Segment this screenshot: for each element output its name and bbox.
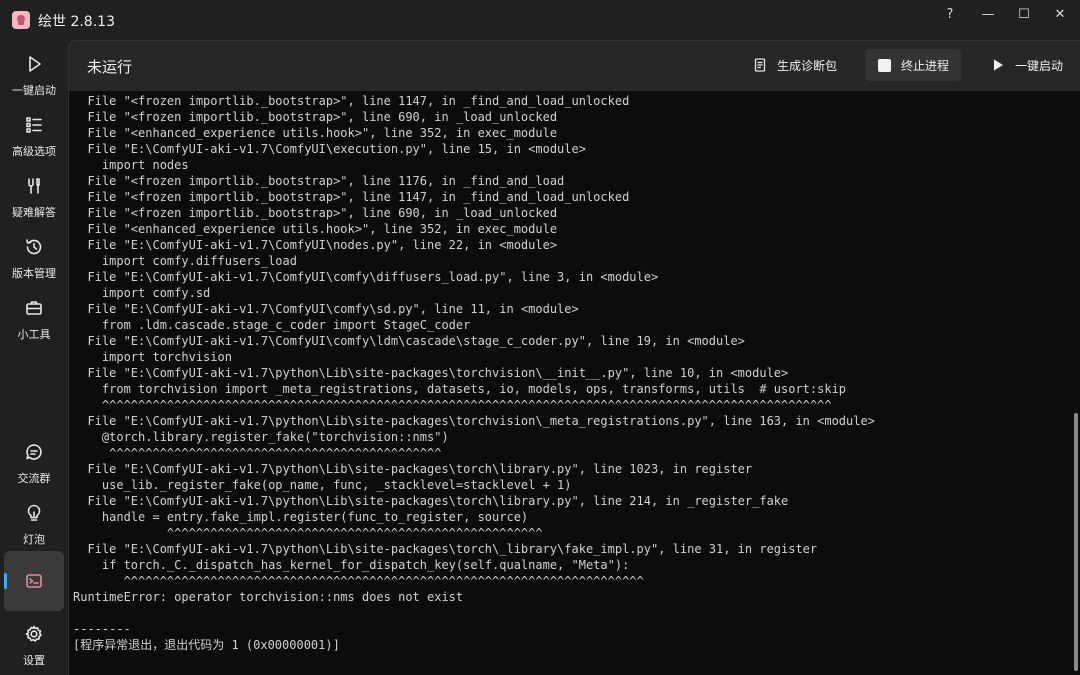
sidebar-item-label: 灯泡 (23, 533, 45, 546)
console-line: import torchvision (73, 350, 232, 364)
console-line: File "E:\ComfyUI-aki-v1.7\ComfyUI\nodes.… (73, 238, 558, 252)
app-title: 绘世 2.8.13 (38, 14, 115, 30)
run-status: 未运行 (87, 58, 133, 76)
gear-icon (24, 624, 44, 644)
history-icon (24, 237, 44, 257)
console-line: File "<frozen importlib._bootstrap>", li… (73, 174, 565, 188)
toolbox-icon (24, 298, 44, 318)
console-line: from .ldm.cascade.stage_c_coder import S… (73, 318, 471, 332)
play-icon (991, 58, 1005, 72)
console-line: File "<frozen importlib._bootstrap>", li… (73, 206, 558, 220)
console-scrollbar[interactable] (1074, 413, 1078, 671)
console-line: import nodes (73, 158, 189, 172)
sidebar-item-label: 疑难解答 (12, 206, 56, 219)
console-line: ^^^^^^^^^^^^^^^^^^^^^^^^^^^^^^^^^^^^^^^^… (73, 398, 832, 412)
title-bar: 绘世 2.8.13 ? — ☐ ✕ (0, 0, 1080, 40)
sidebar-item-label: 高级选项 (12, 145, 56, 158)
console-icon (24, 571, 44, 591)
generate-diagnostic-button[interactable]: 生成诊断包 (741, 49, 849, 81)
console-line: File "<enhanced_experience utils.hook>",… (73, 222, 558, 236)
sidebar-item-bulb[interactable]: 灯泡 (4, 497, 64, 553)
console-line: File "E:\ComfyUI-aki-v1.7\python\Lib\sit… (73, 494, 789, 508)
console-line: -------- (73, 622, 131, 636)
console-line: RuntimeError: operator torchvision::nms … (73, 590, 464, 604)
main-panel: 未运行 生成诊断包 终止进程 一键启动 File "<frozen import… (68, 40, 1080, 675)
sidebar-item-label: 一键启动 (12, 84, 56, 97)
console-line: File "E:\ComfyUI-aki-v1.7\python\Lib\sit… (73, 462, 753, 476)
tools-icon (24, 176, 44, 196)
console-line: from torchvision import _meta_registrati… (73, 382, 847, 396)
console-output[interactable]: File "<frozen importlib._bootstrap>", li… (69, 91, 1080, 675)
sidebar-item-troubleshoot[interactable]: 疑难解答 (4, 170, 64, 226)
console-header: 未运行 生成诊断包 终止进程 一键启动 (69, 41, 1080, 91)
lightbulb-icon (24, 503, 44, 523)
active-indicator (4, 573, 7, 589)
maximize-button[interactable]: ☐ (1006, 0, 1042, 28)
sidebar-item-label: 小工具 (17, 328, 51, 341)
console-line: File "E:\ComfyUI-aki-v1.7\python\Lib\sit… (73, 366, 789, 380)
console-line: if torch._C._dispatch_has_kernel_for_dis… (73, 558, 630, 572)
generate-diagnostic-label: 生成诊断包 (777, 58, 838, 73)
sidebar-item-launch[interactable]: 一键启动 (4, 48, 64, 104)
chat-icon (24, 442, 44, 462)
one-click-launch-label: 一键启动 (1015, 58, 1064, 73)
console-line: File "<frozen importlib._bootstrap>", li… (73, 110, 558, 124)
sidebar-item-settings[interactable]: 设置 (4, 618, 64, 674)
sidebar-item-community[interactable]: 交流群 (4, 436, 64, 492)
minimize-button[interactable]: — (970, 0, 1006, 28)
console-line: File "<enhanced_experience utils.hook>",… (73, 126, 558, 140)
console-lines: File "<frozen importlib._bootstrap>", li… (73, 93, 875, 653)
sidebar: 一键启动 高级选项 疑难解答 版本管理 小工具 交流群 灯泡 设置 (0, 40, 68, 675)
console-line: File "<frozen importlib._bootstrap>", li… (73, 94, 630, 108)
list-icon (24, 115, 44, 135)
console-line: ^^^^^^^^^^^^^^^^^^^^^^^^^^^^^^^^^^^^^^^^… (73, 574, 644, 588)
sidebar-item-tools[interactable]: 小工具 (4, 292, 64, 348)
one-click-launch-button[interactable]: 一键启动 (979, 49, 1075, 81)
sidebar-item-label: 版本管理 (12, 267, 56, 280)
play-icon (24, 54, 44, 74)
help-button[interactable]: ? (932, 0, 968, 28)
console-line: File "E:\ComfyUI-aki-v1.7\ComfyUI\comfy\… (73, 334, 745, 348)
stop-process-button[interactable]: 终止进程 (865, 49, 962, 81)
console-line: import comfy.sd (73, 286, 211, 300)
sidebar-item-version[interactable]: 版本管理 (4, 231, 64, 287)
sidebar-item-label: 交流群 (17, 472, 51, 485)
console-line: use_lib._register_fake(op_name, func, _s… (73, 478, 572, 492)
console-line: ^^^^^^^^^^^^^^^^^^^^^^^^^^^^^^^^^^^^^^^^… (73, 446, 442, 460)
sidebar-item-console[interactable] (4, 551, 64, 611)
app-logo-icon (12, 11, 30, 29)
console-line: File "E:\ComfyUI-aki-v1.7\ComfyUI\comfy\… (73, 302, 579, 316)
console-line: File "E:\ComfyUI-aki-v1.7\python\Lib\sit… (73, 414, 875, 428)
stop-process-label: 终止进程 (901, 58, 950, 73)
console-line: @torch.library.register_fake("torchvisio… (73, 430, 449, 444)
console-line: [程序异常退出，退出代码为 1 (0x00000001)] (73, 638, 340, 652)
console-line: handle = entry.fake_impl.register(func_t… (73, 510, 529, 524)
sidebar-item-label: 设置 (23, 654, 45, 667)
close-button[interactable]: ✕ (1042, 0, 1078, 28)
console-line: File "E:\ComfyUI-aki-v1.7\python\Lib\sit… (73, 542, 818, 556)
console-line: File "E:\ComfyUI-aki-v1.7\ComfyUI\comfy\… (73, 270, 659, 284)
console-line: ^^^^^^^^^^^^^^^^^^^^^^^^^^^^^^^^^^^^^^^^… (73, 526, 543, 540)
stop-checkbox-icon (877, 58, 891, 72)
console-line: File "E:\ComfyUI-aki-v1.7\ComfyUI\execut… (73, 142, 586, 156)
sidebar-item-advanced[interactable]: 高级选项 (4, 109, 64, 165)
console-line: File "<frozen importlib._bootstrap>", li… (73, 190, 630, 204)
console-line: import comfy.diffusers_load (73, 254, 297, 268)
document-icon (753, 58, 767, 72)
